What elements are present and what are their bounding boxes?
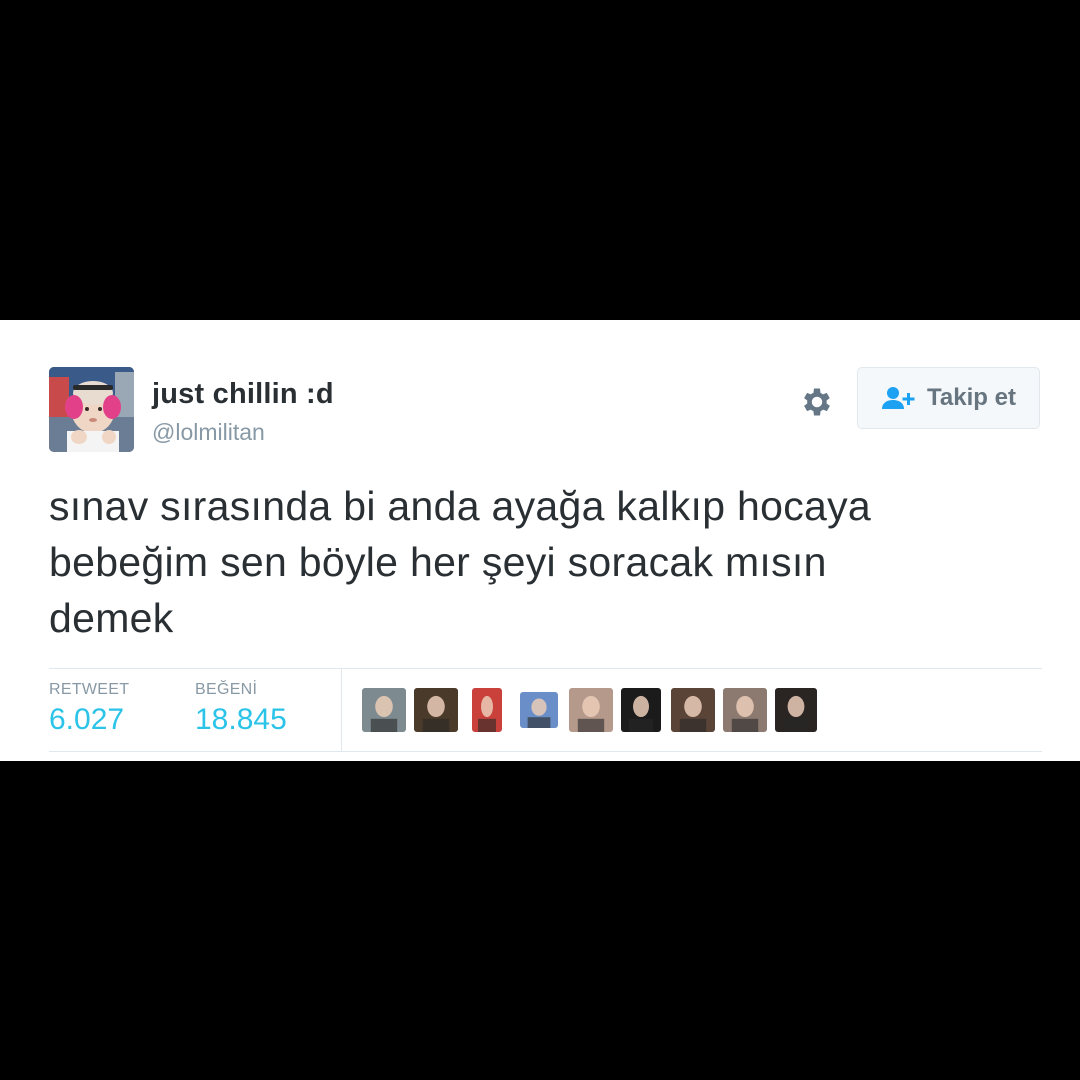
retweet-label: RETWEET [49, 681, 130, 698]
user-handle[interactable]: @lolmilitan [152, 419, 265, 446]
retweet-count: 6.027 [49, 703, 125, 736]
add-user-icon [882, 387, 915, 409]
liker-avatar-7[interactable] [671, 688, 715, 732]
user-display-name[interactable]: just chillin :d [152, 378, 334, 411]
liker-avatar-8[interactable] [723, 688, 767, 732]
tweet-text-line: bebeğim sen böyle her şeyi soracak mısın [49, 539, 827, 585]
liker-avatar-6[interactable] [621, 688, 661, 732]
liker-avatar-1[interactable] [362, 688, 406, 732]
liker-avatar-2[interactable] [414, 688, 458, 732]
follow-button[interactable]: Takip et [857, 367, 1040, 429]
user-avatar[interactable] [49, 367, 134, 452]
stats-divider-top [49, 668, 1042, 669]
likes-stat[interactable]: BEĞENİ 18.845 [195, 681, 287, 737]
baby-with-pink-earmuffs-avatar [49, 367, 134, 452]
likes-count: 18.845 [195, 703, 287, 736]
tweet-text-line: sınav sırasında bi anda ayağa kalkıp hoc… [49, 483, 872, 529]
retweet-stat[interactable]: RETWEET 6.027 [49, 681, 129, 737]
stats-divider-vertical [341, 669, 342, 751]
stats-divider-bottom [49, 751, 1042, 752]
gear-icon[interactable] [799, 384, 835, 420]
liker-avatar-5[interactable] [569, 688, 613, 732]
image-frame: just chillin :d @lolmilitan Takip et sın… [0, 0, 1080, 1080]
liker-avatar-3[interactable] [472, 688, 502, 732]
likes-label: BEĞENİ [195, 681, 258, 698]
liker-avatar-9[interactable] [775, 688, 817, 732]
follow-button-label: Takip et [927, 384, 1016, 411]
liker-avatar-4[interactable] [520, 692, 558, 728]
tweet-text-line: demek [49, 595, 174, 641]
tweet-text: sınav sırasında bi anda ayağa kalkıp hoc… [49, 478, 1039, 646]
